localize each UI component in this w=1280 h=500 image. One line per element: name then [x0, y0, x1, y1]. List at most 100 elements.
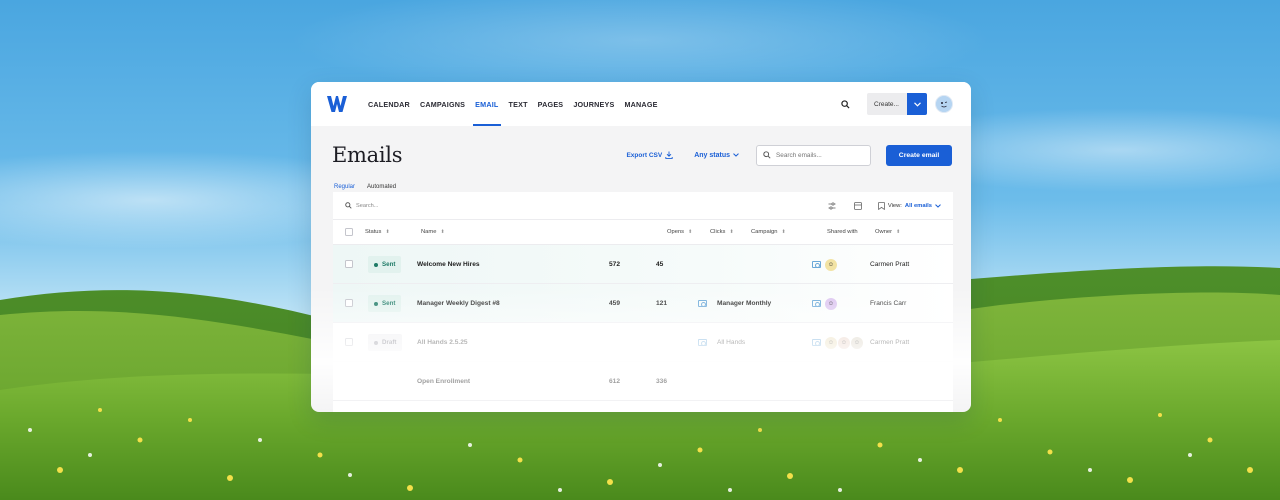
page-title: Emails: [332, 143, 403, 167]
status-dot: [374, 301, 378, 306]
col-owner[interactable]: Owner ⬍: [875, 229, 900, 235]
chevron-down-icon: [733, 153, 739, 157]
table-row[interactable]: Open Enrollment 612 336: [333, 362, 953, 401]
group-icon: [812, 339, 821, 346]
email-name[interactable]: Welcome New Hires: [417, 245, 480, 284]
col-campaign[interactable]: Campaign ⬍: [751, 229, 786, 235]
create-dropdown-button[interactable]: [907, 93, 927, 115]
sort-icon: ⬍: [781, 229, 786, 235]
row-checkbox[interactable]: [345, 338, 353, 346]
col-name-label: Name: [421, 229, 437, 235]
columns-icon: [853, 201, 862, 210]
table-toolbar: Search... View: All emails: [333, 192, 953, 220]
filter-settings-button[interactable]: [826, 200, 838, 212]
export-csv-button[interactable]: Export CSV: [626, 151, 673, 159]
brand-logo[interactable]: [327, 94, 349, 114]
col-status-label: Status: [365, 229, 382, 235]
email-name[interactable]: All Hands 2.5.25: [417, 323, 468, 362]
search-emails-input[interactable]: [776, 151, 866, 159]
view-select[interactable]: View: All emails: [878, 201, 941, 210]
create-email-button[interactable]: Create email: [886, 144, 952, 166]
group-icon: [812, 261, 821, 268]
status-filter-dropdown[interactable]: Any status: [694, 152, 739, 159]
sort-icon: ⬍: [440, 229, 445, 235]
table-header: Status ⬍ Name ⬍ Opens ⬍ Clicks ⬍ Campaign ⬍ S…: [333, 220, 953, 245]
status-badge-label: Draft: [382, 339, 397, 346]
table-row[interactable]: Sent Welcome New Hires 572 45 ☺ Carmen P…: [333, 245, 953, 284]
toolbar-icons: View: All emails: [826, 200, 941, 212]
nav-journeys[interactable]: JOURNEYS: [568, 82, 619, 126]
view-label: View:: [887, 202, 902, 209]
search-icon: [840, 99, 850, 109]
nav-manage[interactable]: MANAGE: [619, 82, 662, 126]
search-icon: [763, 151, 771, 159]
campaign-name: All Hands: [717, 339, 746, 346]
avatar: ☺: [825, 297, 837, 310]
campaign-cell[interactable]: Manager Monthly: [698, 284, 771, 323]
email-name[interactable]: Manager Weekly Digest #8: [417, 284, 500, 323]
col-shared: Shared with: [827, 229, 858, 235]
col-clicks-label: Clicks: [710, 229, 726, 235]
page-header: Emails Export CSV Any status Search emai…: [311, 126, 971, 184]
campaign-icon: [698, 300, 707, 307]
opens-value: 459: [609, 300, 621, 307]
nav-text[interactable]: TEXT: [504, 82, 533, 126]
col-shared-label: Shared with: [827, 229, 858, 235]
col-clicks[interactable]: Clicks ⬍: [710, 229, 734, 235]
sort-icon: ⬍: [729, 229, 734, 235]
sort-icon: ⬍: [688, 229, 693, 235]
col-campaign-label: Campaign: [751, 229, 778, 235]
app-window: CALENDAR CAMPAIGNS EMAIL TEXT PAGES JOUR…: [311, 82, 971, 412]
top-nav: CALENDAR CAMPAIGNS EMAIL TEXT PAGES JOUR…: [311, 82, 971, 126]
nav-pages[interactable]: PAGES: [533, 82, 569, 126]
search-emails-field[interactable]: [756, 144, 871, 166]
view-value: All emails: [904, 202, 932, 209]
columns-button[interactable]: [852, 200, 864, 212]
col-opens[interactable]: Opens ⬍: [667, 229, 692, 235]
nav-campaigns[interactable]: CAMPAIGNS: [415, 82, 470, 126]
chevron-down-icon: [935, 203, 941, 208]
emails-table: Search... View: All emails Status ⬍ Name…: [333, 192, 953, 412]
avatar: ☺: [838, 336, 850, 349]
chevron-down-icon: [913, 101, 921, 107]
global-search-button[interactable]: [837, 96, 853, 112]
clicks-value: 121: [656, 300, 668, 307]
row-checkbox[interactable]: [345, 260, 353, 268]
campaign-name: Manager Monthly: [717, 300, 772, 307]
nav-email[interactable]: EMAIL: [470, 82, 503, 126]
row-checkbox[interactable]: [345, 299, 353, 307]
export-csv-label: Export CSV: [626, 151, 663, 159]
status-dot: [374, 262, 378, 267]
create-button[interactable]: Create...: [867, 93, 907, 115]
nav-items: CALENDAR CAMPAIGNS EMAIL TEXT PAGES JOUR…: [363, 82, 663, 126]
group-icon: [812, 300, 821, 307]
status-badge: Sent: [368, 295, 402, 312]
campaign-cell[interactable]: All Hands: [698, 323, 745, 362]
sliders-icon: [828, 201, 836, 210]
nav-calendar[interactable]: CALENDAR: [363, 82, 415, 126]
table-search-field[interactable]: Search...: [345, 202, 378, 209]
sort-icon: ⬍: [896, 229, 901, 235]
w-logo-icon: [327, 96, 347, 112]
select-all-checkbox[interactable]: [345, 228, 353, 236]
clicks-value: 336: [656, 378, 668, 385]
avatar: ☺: [825, 258, 837, 271]
status-badge: Draft: [368, 334, 403, 351]
table-search-placeholder: Search...: [356, 202, 379, 209]
avatar: ☺: [825, 336, 837, 349]
col-status[interactable]: Status ⬍: [365, 229, 390, 235]
table-row[interactable]: Sent Manager Weekly Digest #8 459 121 Ma…: [333, 284, 953, 323]
opens-value: 572: [609, 261, 621, 268]
nav-right: Create...: [837, 93, 953, 115]
user-avatar[interactable]: [935, 95, 953, 113]
status-filter-label: Any status: [694, 151, 730, 159]
bookmark-icon: [878, 201, 885, 210]
avatar-face-icon: [936, 96, 952, 112]
sort-icon: ⬍: [385, 229, 390, 235]
shared-avatars: ☺: [812, 245, 837, 284]
col-name[interactable]: Name ⬍: [421, 229, 445, 235]
email-name[interactable]: Open Enrollment: [417, 362, 470, 401]
clicks-value: 45: [656, 261, 664, 268]
download-icon: [665, 151, 673, 159]
table-row[interactable]: Draft All Hands 2.5.25 All Hands ☺ ☺ ☺ C…: [333, 323, 953, 362]
